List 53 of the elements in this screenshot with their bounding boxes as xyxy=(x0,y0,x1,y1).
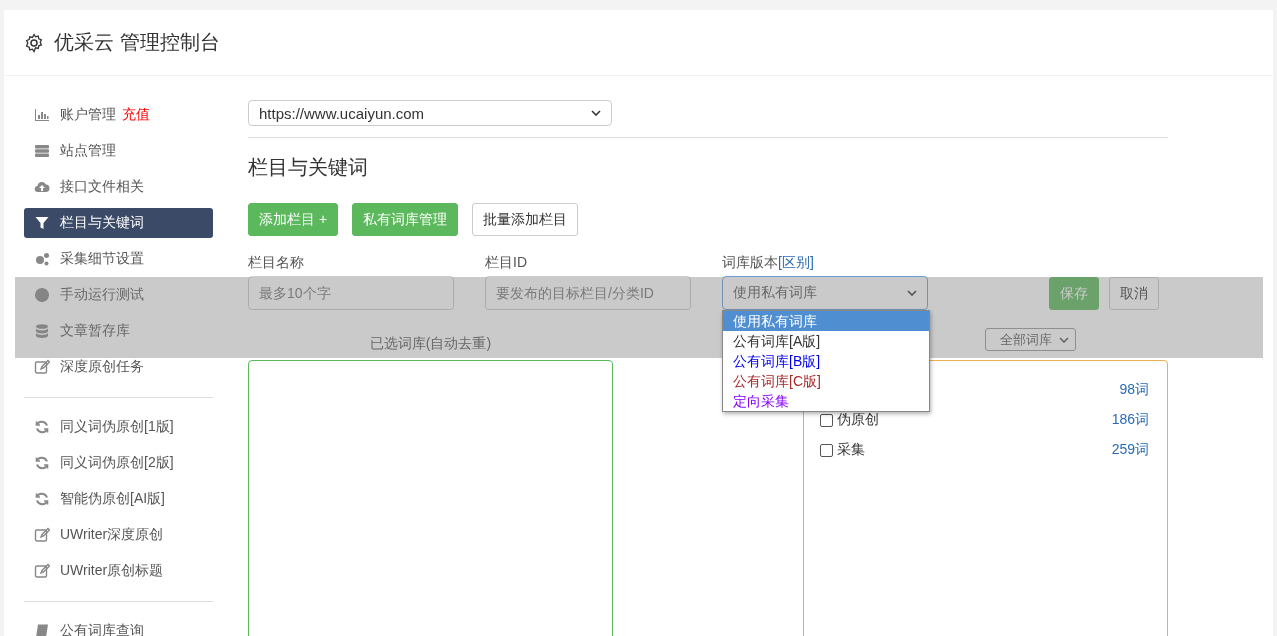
filter-icon xyxy=(34,215,50,231)
edit-icon xyxy=(34,359,50,375)
sidebar-item[interactable]: 深度原创任务 xyxy=(24,352,213,382)
chevron-down-icon xyxy=(591,110,601,117)
sidebar-item[interactable]: 同义词伪原创[2版] xyxy=(24,448,213,478)
library-name: 采集 xyxy=(837,441,865,459)
site-select[interactable]: https://www.ucaiyun.com xyxy=(248,100,612,127)
chevron-down-icon xyxy=(1059,336,1069,343)
server-icon xyxy=(34,143,50,159)
dropdown-option[interactable]: 公有词库[A版] xyxy=(723,331,929,351)
sidebar-item[interactable]: 账户管理 充值 xyxy=(24,100,213,130)
sidebar-item[interactable]: 栏目与关键词 xyxy=(24,208,213,238)
edit-icon xyxy=(34,527,50,543)
sidebar-item[interactable]: 接口文件相关 xyxy=(24,172,213,202)
refresh-icon xyxy=(34,455,50,471)
dropdown-option[interactable]: 公有词库[C版] xyxy=(723,371,929,391)
sidebar-item[interactable]: UWriter原创标题 xyxy=(24,556,213,586)
sidebar-item[interactable]: 站点管理 xyxy=(24,136,213,166)
library-name: 伪原创 xyxy=(837,411,879,429)
section-title: 栏目与关键词 xyxy=(248,155,369,180)
library-filter-select[interactable]: 全部词库 xyxy=(985,328,1076,351)
sidebar-item[interactable]: 同义词伪原创[1版] xyxy=(24,412,213,442)
sidebar-item[interactable]: 文章暂存库 xyxy=(24,316,213,346)
checkbox[interactable] xyxy=(820,413,833,427)
dropdown-option[interactable]: 定向采集 xyxy=(723,391,929,411)
chevron-down-icon xyxy=(907,290,917,296)
edit-icon xyxy=(34,563,50,579)
refresh-icon xyxy=(34,491,50,507)
input-field[interactable]: 最多10个字 xyxy=(248,276,454,310)
difference-link[interactable]: [区别] xyxy=(778,254,814,272)
cloud-upload-icon xyxy=(34,179,50,195)
sidebar-item[interactable]: UWriter深度原创 xyxy=(24,520,213,550)
settings-icon xyxy=(24,32,44,53)
sidebar-item[interactable]: 采集细节设置 xyxy=(24,244,213,274)
word-count: 259词 xyxy=(1111,441,1149,459)
sidebar-item[interactable]: 智能伪原创[AI版] xyxy=(24,484,213,514)
checkbox[interactable] xyxy=(820,443,833,457)
console-title: 优采云 管理控制台 xyxy=(54,30,220,55)
panel-title: 已选词库(自动去重) xyxy=(368,334,493,353)
dropdown-option[interactable]: 公有词库[B版] xyxy=(723,351,929,371)
field-label: 词库版本 xyxy=(722,254,778,272)
input-field[interactable]: 要发布的目标栏目/分类ID xyxy=(485,276,691,310)
bar-chart-icon xyxy=(34,107,50,123)
action-button[interactable]: 批量添加栏目 xyxy=(472,203,579,236)
database-icon xyxy=(34,323,50,339)
sidebar-item[interactable]: 手动运行测试 xyxy=(24,280,213,310)
cancel-button[interactable]: 取消 xyxy=(1109,277,1159,310)
field-label: 栏目ID xyxy=(485,254,528,272)
field-label: 栏目名称 xyxy=(248,254,305,272)
word-count: 98词 xyxy=(1119,381,1149,399)
refresh-icon xyxy=(34,419,50,435)
library-select[interactable]: 使用私有词库 xyxy=(722,276,928,310)
word-count: 186词 xyxy=(1111,411,1149,429)
